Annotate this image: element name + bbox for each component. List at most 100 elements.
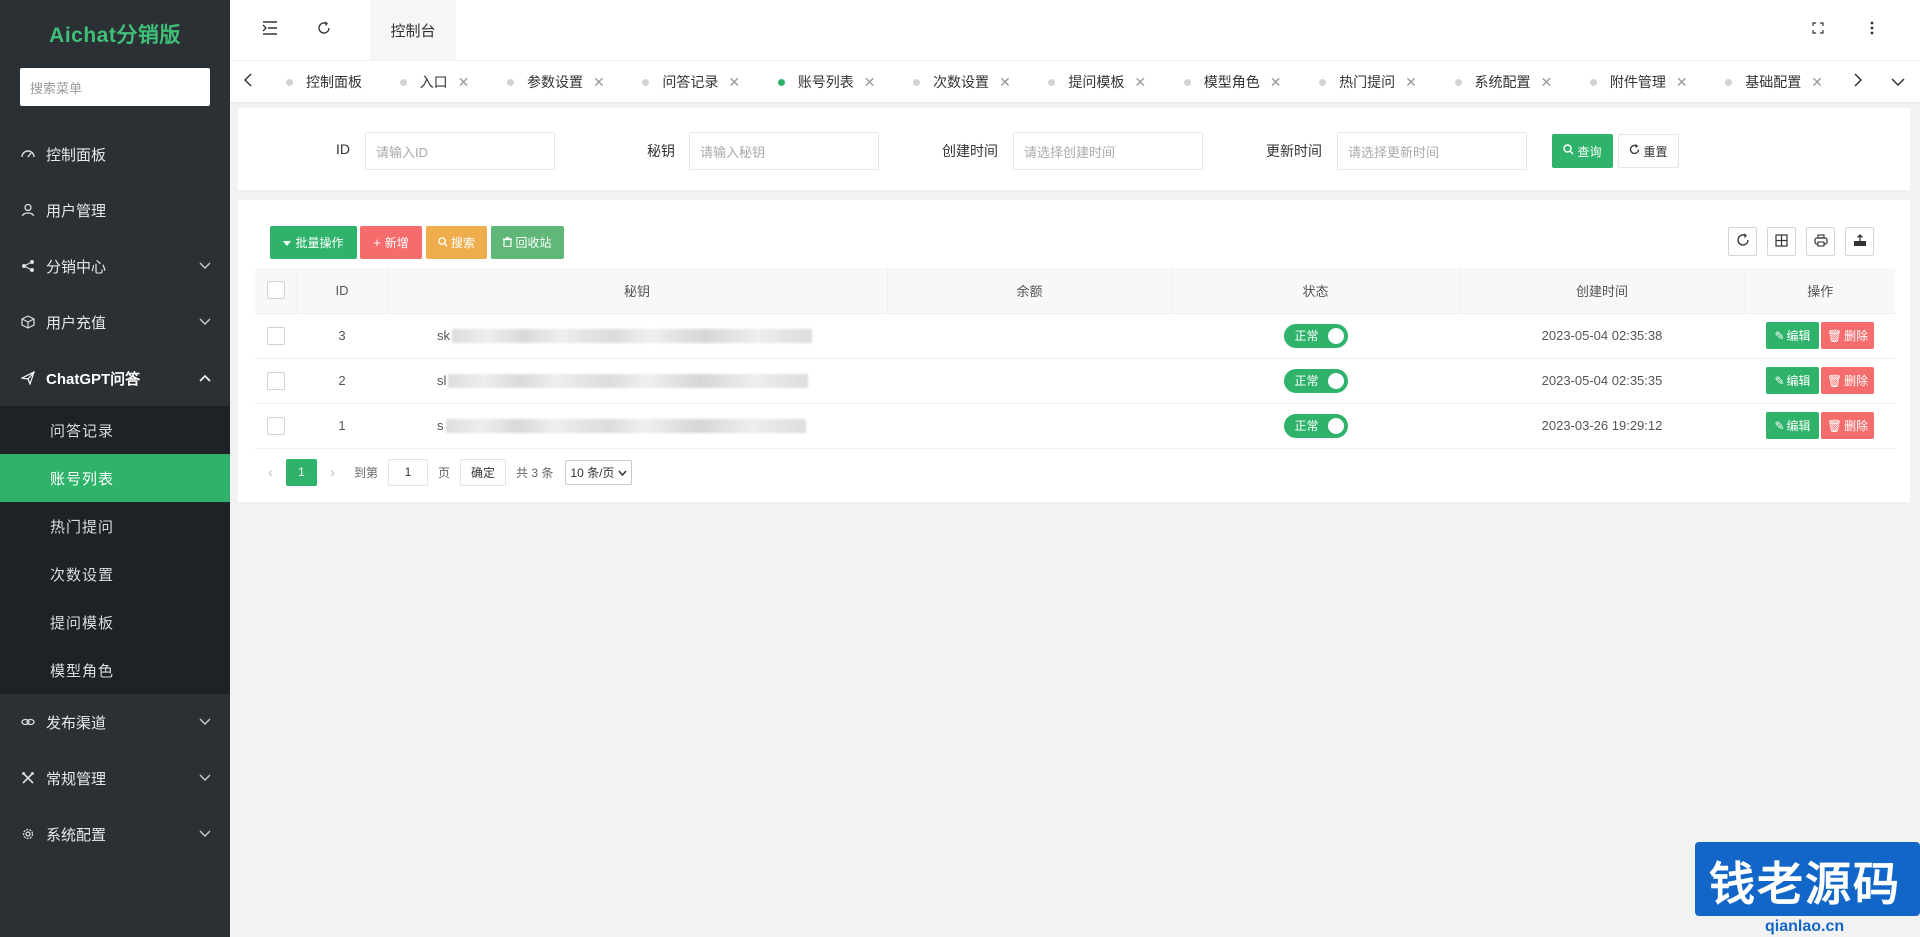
tab-system-config[interactable]: 系统配置 ✕ — [1435, 61, 1567, 102]
edit-button[interactable]: ✎ 编辑 — [1766, 322, 1819, 349]
sidebar-item-general[interactable]: 常规管理 — [0, 750, 230, 806]
close-icon[interactable]: ✕ — [1676, 74, 1688, 91]
created-time-picker[interactable]: 请选择创建时间 — [1013, 132, 1203, 170]
sidebar-item-qa-records[interactable]: 问答记录 — [0, 406, 230, 454]
table-refresh-button[interactable] — [1728, 227, 1757, 256]
reset-button[interactable]: 重置 — [1618, 134, 1679, 168]
tab-basic-config[interactable]: 基础配置 ✕ — [1705, 61, 1837, 102]
batch-operation-button[interactable]: 批量操作 — [270, 226, 357, 259]
sidebar-item-hot-questions[interactable]: 热门提问 — [0, 502, 230, 550]
close-icon[interactable]: ✕ — [864, 74, 876, 91]
refresh-button[interactable] — [302, 0, 346, 60]
id-search-input[interactable]: 请输入ID — [365, 132, 555, 170]
plus-icon: + — [373, 235, 381, 250]
close-icon[interactable]: ✕ — [1270, 74, 1282, 91]
column-header-id[interactable]: ID — [297, 268, 388, 314]
chevron-left-icon[interactable]: ‹ — [255, 464, 286, 480]
menu-search-input[interactable]: 搜索菜单 — [20, 68, 210, 106]
tab-dot — [506, 78, 514, 86]
sidebar-item-question-templates[interactable]: 提问模板 — [0, 598, 230, 646]
delete-button[interactable]: 🗑 删除 — [1821, 412, 1874, 439]
tab-question-templates[interactable]: 提问模板 ✕ — [1028, 61, 1160, 102]
add-button[interactable]: + 新增 — [360, 226, 422, 259]
secret-text: sl — [437, 372, 447, 388]
tab-console[interactable]: 控制台 — [370, 0, 456, 60]
edit-button[interactable]: ✎ 编辑 — [1766, 412, 1819, 439]
recycle-bin-button[interactable]: 回收站 — [491, 226, 564, 259]
actions-cell: ✎ 编辑 🗑 删除 — [1745, 313, 1895, 359]
menu-toggle-button[interactable] — [248, 0, 292, 60]
fullscreen-icon — [1812, 21, 1824, 39]
status-cell: 正常 — [1172, 403, 1459, 449]
row-checkbox[interactable] — [267, 326, 285, 345]
tabs-dropdown-button[interactable] — [1880, 61, 1916, 102]
sidebar-item-account-list[interactable]: 账号列表 — [0, 454, 230, 502]
sidebar-item-distribution[interactable]: 分销中心 — [0, 238, 230, 294]
secret-search-input[interactable]: 请输入秘钥 — [689, 132, 879, 170]
tab-dashboard[interactable]: 控制面板 — [266, 61, 376, 102]
edit-label: 编辑 — [1786, 374, 1811, 388]
close-icon[interactable]: ✕ — [1811, 74, 1823, 91]
close-icon[interactable]: ✕ — [1541, 74, 1553, 91]
delete-button[interactable]: 🗑 删除 — [1821, 322, 1874, 349]
column-header-secret[interactable]: 秘钥 — [387, 268, 888, 314]
column-header-created[interactable]: 创建时间 — [1459, 268, 1746, 314]
row-checkbox[interactable] — [267, 416, 285, 435]
column-header-status[interactable]: 状态 — [1172, 268, 1460, 314]
table-row: 2 sl 正常 2023-05-04 02:35:35 ✎ 编辑 🗑 删除 — [255, 358, 1895, 404]
search-toggle-button[interactable]: 搜索 — [426, 226, 487, 259]
row-select-cell — [255, 313, 297, 359]
sidebar-item-recharge[interactable]: 用户充值 — [0, 294, 230, 350]
chevron-right-icon[interactable]: › — [317, 464, 348, 480]
tab-account-list[interactable]: 账号列表 ✕ — [758, 61, 890, 102]
print-button[interactable] — [1806, 227, 1835, 256]
sidebar-item-channels[interactable]: 发布渠道 — [0, 694, 230, 750]
tab-model-roles[interactable]: 模型角色 ✕ — [1164, 61, 1296, 102]
page-confirm-button[interactable]: 确定 — [460, 458, 507, 486]
column-header-balance[interactable]: 余额 — [887, 268, 1173, 314]
tabs-prev-button[interactable] — [230, 61, 266, 102]
close-icon[interactable]: ✕ — [458, 74, 470, 91]
status-toggle[interactable]: 正常 — [1283, 413, 1348, 438]
tabs-next-button[interactable] — [1840, 61, 1876, 102]
tab-qa-records[interactable]: 问答记录 ✕ — [622, 61, 754, 102]
status-toggle[interactable]: 正常 — [1283, 368, 1348, 393]
close-icon[interactable]: ✕ — [728, 74, 740, 91]
edit-button[interactable]: ✎ 编辑 — [1766, 367, 1819, 394]
query-button[interactable]: 查询 — [1552, 134, 1613, 168]
tab-count-settings[interactable]: 次数设置 ✕ — [893, 61, 1025, 102]
sidebar-item-dashboard[interactable]: 控制面板 — [0, 126, 230, 182]
sidebar-item-chatgpt[interactable]: ChatGPT问答 — [0, 350, 230, 406]
delete-label: 删除 — [1844, 419, 1869, 433]
sidebar-item-model-roles[interactable]: 模型角色 — [0, 646, 230, 694]
tab-hot-questions[interactable]: 热门提问 ✕ — [1299, 61, 1431, 102]
sidebar-item-system[interactable]: 系统配置 — [0, 806, 230, 862]
page-number-input[interactable]: 1 — [388, 458, 429, 486]
columns-toggle-button[interactable] — [1767, 227, 1796, 256]
sidebar-item-users[interactable]: 用户管理 — [0, 182, 230, 238]
tab-label: 账号列表 — [797, 74, 854, 90]
tab-label: 提问模板 — [1068, 74, 1125, 90]
secret-blur — [452, 329, 812, 344]
tab-entry[interactable]: 入口 ✕ — [380, 61, 484, 102]
status-toggle[interactable]: 正常 — [1283, 323, 1348, 348]
total-count: 共 3 条 — [516, 465, 554, 480]
delete-button[interactable]: 🗑 删除 — [1821, 367, 1874, 394]
close-icon[interactable]: ✕ — [1134, 74, 1146, 91]
row-checkbox[interactable] — [267, 371, 285, 390]
page-size-select[interactable]: 10 条/页 — [565, 459, 633, 485]
updated-time-picker[interactable]: 请选择更新时间 — [1337, 132, 1527, 170]
close-icon[interactable]: ✕ — [1405, 74, 1417, 91]
tab-attachments[interactable]: 附件管理 ✕ — [1570, 61, 1702, 102]
close-icon[interactable]: ✕ — [999, 74, 1011, 91]
fullscreen-button[interactable] — [1796, 0, 1840, 60]
tab-label: 附件管理 — [1609, 74, 1666, 90]
export-button[interactable] — [1845, 227, 1874, 256]
tab-params[interactable]: 参数设置 ✕ — [487, 61, 619, 102]
sidebar-item-count-settings[interactable]: 次数设置 — [0, 550, 230, 598]
select-all-checkbox[interactable] — [266, 281, 285, 300]
more-button[interactable] — [1850, 0, 1894, 60]
close-icon[interactable]: ✕ — [593, 74, 605, 91]
id-cell: 3 — [297, 313, 387, 359]
page-current[interactable]: 1 — [286, 458, 317, 486]
